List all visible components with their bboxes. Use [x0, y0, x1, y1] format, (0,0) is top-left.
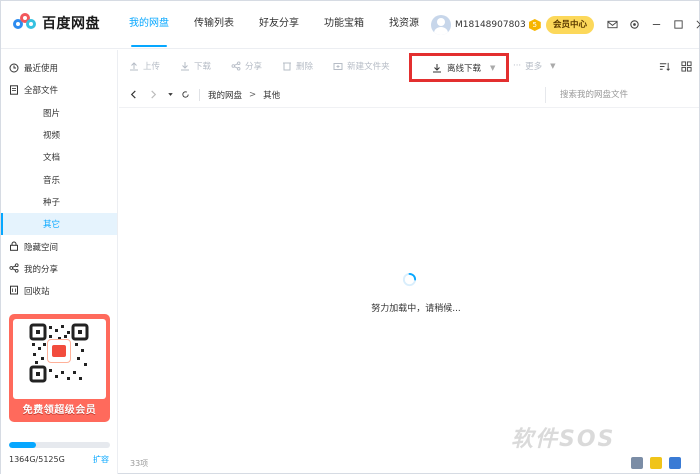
item-count: 33项: [130, 459, 149, 468]
sidebar-item-images[interactable]: 图片: [1, 102, 117, 124]
download-icon: [433, 63, 441, 72]
close-icon[interactable]: [693, 17, 700, 31]
maximize-icon[interactable]: [671, 17, 685, 31]
sidebar-item-my-shares[interactable]: 我的分享: [1, 258, 117, 280]
new-folder-button[interactable]: 新建文件夹: [333, 60, 390, 72]
tray-app-icon[interactable]: [631, 457, 643, 469]
user-info[interactable]: M18148907803 5: [431, 15, 541, 35]
sidebar-item-recycle-bin[interactable]: 回收站: [1, 280, 117, 302]
share-label: 分享: [245, 62, 263, 72]
upload-label: 上传: [143, 62, 161, 72]
file-icon: [8, 84, 19, 95]
clock-icon: [8, 62, 19, 73]
divider: [199, 88, 200, 101]
tray-icons: [631, 457, 681, 469]
loading-text: 努力加载中，请稍候...: [371, 304, 461, 314]
storage-progress-bar: [9, 442, 110, 448]
top-bar: 百度网盘 我的网盘 传输列表 好友分享 功能宝箱 找资源 M1814890780…: [1, 1, 700, 49]
trash-icon: [283, 62, 292, 71]
search-input[interactable]: 搜索我的网盘文件: [545, 87, 655, 103]
trash-icon: [8, 285, 19, 296]
breadcrumb-my-netdisk[interactable]: 我的网盘: [208, 89, 242, 101]
app-name: 百度网盘: [42, 16, 100, 32]
promo-text: 免费领超级会员: [22, 405, 97, 416]
sidebar-item-label: 回收站: [24, 287, 50, 298]
window-controls: [605, 17, 700, 31]
storage-text: 1364G/5125G: [9, 455, 65, 464]
storage-progress-fill: [9, 442, 36, 448]
more-button[interactable]: ··· 更多 ▼: [513, 60, 556, 72]
forward-icon[interactable]: [147, 89, 159, 101]
gift-icon: [47, 339, 71, 363]
upload-button[interactable]: 上传: [129, 60, 160, 72]
delete-button[interactable]: 删除: [282, 60, 313, 72]
mail-icon[interactable]: [605, 17, 619, 31]
nav-friend-share[interactable]: 好友分享: [259, 1, 299, 49]
sidebar-item-other[interactable]: 其它: [1, 213, 117, 236]
vip-promo-banner[interactable]: 免费领超级会员: [9, 314, 110, 422]
sidebar-item-hidden-space[interactable]: 隐藏空间: [1, 235, 117, 257]
history-dropdown-icon[interactable]: [164, 89, 176, 101]
nav-toolbox[interactable]: 功能宝箱: [324, 1, 364, 49]
sidebar-item-label: 隐藏空间: [24, 242, 59, 253]
file-list-area: 努力加载中，请稍候...: [119, 109, 699, 454]
avatar[interactable]: [431, 15, 451, 35]
sidebar-item-music[interactable]: 音乐: [1, 168, 117, 190]
sidebar-item-label: 全部文件: [24, 86, 59, 97]
download-label: 下载: [194, 62, 212, 72]
vip-center-button[interactable]: 会员中心: [546, 16, 594, 34]
level-badge: 5: [528, 19, 541, 31]
chevron-down-icon: ▼: [550, 62, 556, 70]
share-icon: [8, 263, 19, 274]
tray-app-icon[interactable]: [650, 457, 662, 469]
ellipsis-icon: ···: [513, 61, 522, 71]
status-footer: 33项: [119, 454, 699, 474]
sidebar-item-videos[interactable]: 视频: [1, 124, 117, 146]
settings-icon[interactable]: [627, 17, 641, 31]
loading-spinner-icon: [402, 272, 417, 287]
chevron-down-icon: ▼: [490, 63, 496, 72]
sidebar-item-label: 我的分享: [24, 264, 59, 275]
sidebar-item-recent[interactable]: 最近使用: [1, 57, 117, 79]
breadcrumb-other: 其他: [263, 90, 281, 101]
baidu-netdisk-logo-icon: [13, 13, 37, 33]
tray-app-icon[interactable]: [669, 457, 681, 469]
breadcrumb-separator: >: [249, 89, 257, 100]
download-icon: [181, 62, 190, 71]
address-bar: 我的网盘 > 其他 搜索我的网盘文件: [119, 82, 699, 108]
download-button[interactable]: 下载: [180, 60, 211, 72]
delete-label: 删除: [296, 62, 314, 72]
minimize-icon[interactable]: [649, 17, 663, 31]
sidebar: 最近使用 全部文件 图片 视频 文档 音乐 种子 其它 隐藏空间 我的分享 回收…: [1, 50, 118, 474]
sidebar-item-documents[interactable]: 文档: [1, 146, 117, 168]
refresh-icon[interactable]: [179, 89, 191, 101]
app-logo: 百度网盘: [13, 13, 100, 33]
nav-transfer-list[interactable]: 传输列表: [194, 1, 234, 49]
watermark: 软件SOS: [511, 427, 616, 452]
username[interactable]: M18148907803: [455, 20, 526, 30]
nav-find-resources[interactable]: 找资源: [389, 1, 419, 49]
upload-icon: [130, 62, 138, 71]
share-button[interactable]: 分享: [231, 60, 262, 72]
sidebar-item-torrents[interactable]: 种子: [1, 191, 117, 213]
new-folder-icon: [333, 63, 343, 70]
offline-download-button[interactable]: 离线下载 ▼: [409, 53, 509, 82]
new-folder-label: 新建文件夹: [347, 62, 390, 72]
sort-icon[interactable]: [657, 59, 671, 73]
back-icon[interactable]: [127, 89, 139, 101]
qr-card: [13, 319, 106, 399]
sidebar-item-all-files[interactable]: 全部文件: [1, 79, 117, 101]
view-controls: [657, 59, 693, 73]
nav-my-netdisk[interactable]: 我的网盘: [129, 1, 169, 49]
offline-download-label: 离线下载: [447, 63, 482, 74]
share-icon: [231, 61, 241, 71]
grid-view-icon[interactable]: [679, 59, 693, 73]
toolbar: 上传 下载 分享 删除 新建文件夹 离线下载 ▼ ··· 更多 ▼: [119, 50, 699, 82]
lock-icon: [8, 240, 19, 251]
app-window: 百度网盘 我的网盘 传输列表 好友分享 功能宝箱 找资源 M1814890780…: [0, 0, 700, 474]
more-label: 更多: [525, 62, 543, 72]
expand-storage-link[interactable]: 扩容: [93, 454, 109, 465]
main-nav: 我的网盘 传输列表 好友分享 功能宝箱 找资源: [129, 1, 444, 49]
sidebar-item-label: 最近使用: [24, 64, 59, 75]
